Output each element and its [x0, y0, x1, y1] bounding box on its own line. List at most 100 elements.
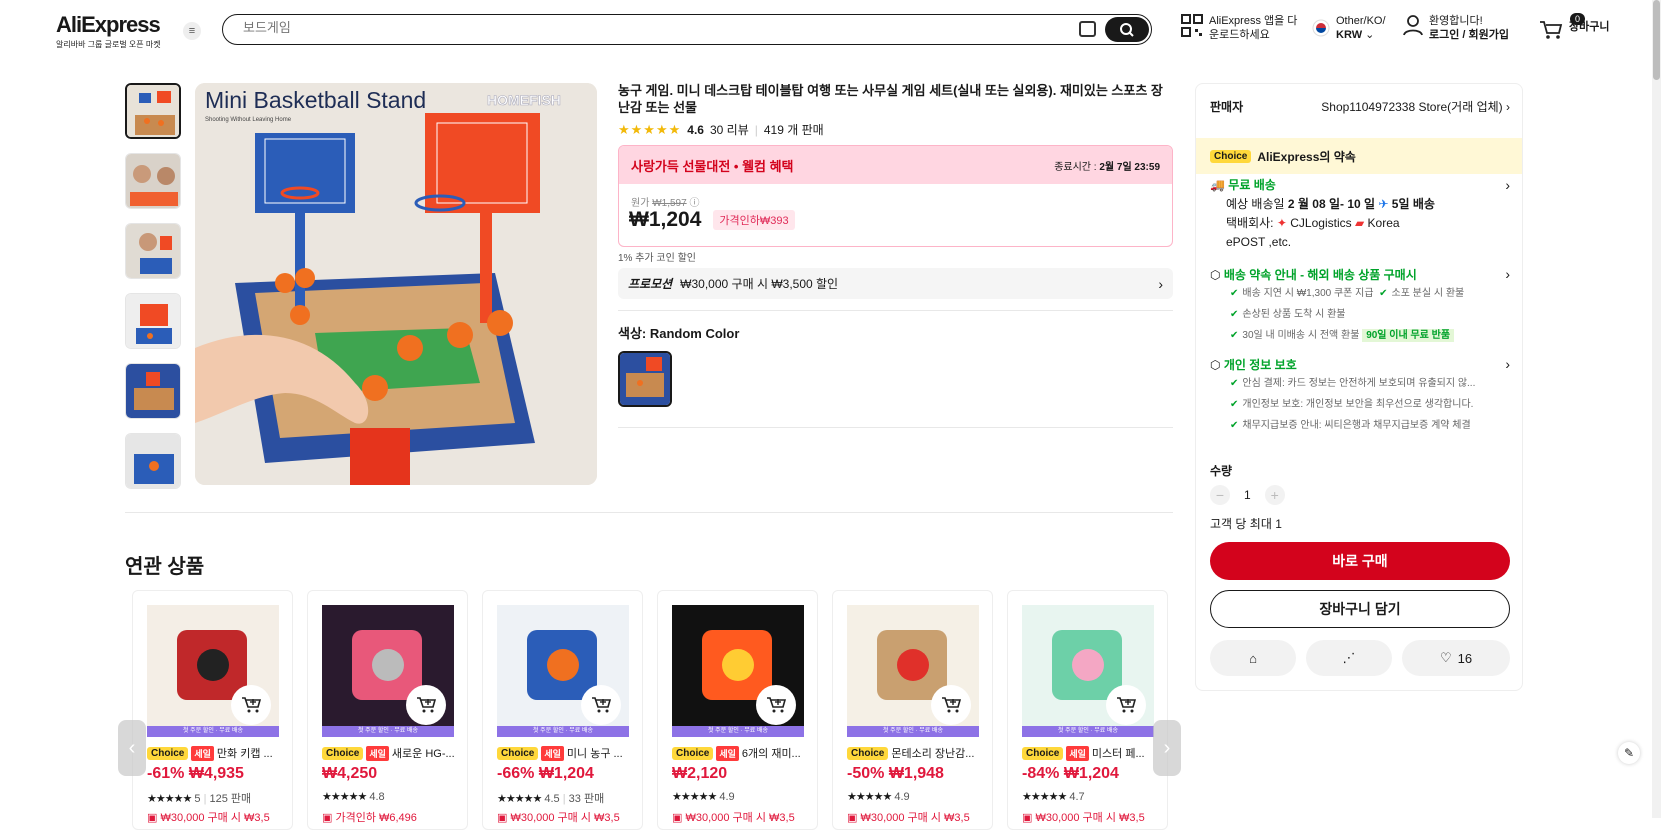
promotion-text: ₩30,000 구매 시 ₩3,500 할인 [680, 277, 839, 291]
discount-percent: -84% [1022, 765, 1060, 782]
scrollbar-thumb[interactable] [1653, 0, 1660, 80]
divider [618, 427, 1173, 428]
carousel-prev-button[interactable]: ‹ [118, 720, 146, 776]
shipping-date: 2 월 08 일- 10 일 [1287, 197, 1376, 211]
brand-watermark: HOMEFISH [487, 92, 561, 108]
thumbnail-4[interactable] [125, 293, 181, 349]
related-product-image[interactable]: 첫 주문 할인 · 무료 배송 [497, 605, 629, 737]
add-to-cart-icon[interactable] [581, 685, 621, 725]
related-product-image[interactable]: 첫 주문 할인 · 무료 배송 [147, 605, 279, 737]
thumbnail-5[interactable] [125, 363, 181, 419]
search-input[interactable] [243, 20, 1043, 35]
guarantee-section[interactable]: ⬡ 배송 약속 안내 - 해외 배송 상품 구매시 ✔ 배송 지연 시 ₩1,30… [1210, 266, 1510, 346]
share-button[interactable]: ⋰ [1306, 640, 1392, 676]
decrease-button[interactable]: − [1210, 485, 1230, 505]
related-product-promo: ▣ ₩30,000 구매 시 ₩3,5 [147, 809, 270, 825]
related-product-image[interactable]: 첫 주문 할인 · 무료 배송 [672, 605, 804, 737]
related-product-name[interactable]: Choice 세일 새로운 HG-... [322, 745, 462, 761]
locale-selector[interactable]: Other/KO/KRW ⌄ [1312, 14, 1386, 42]
korea-flag-icon [1312, 19, 1330, 37]
thumbnail-3[interactable] [125, 223, 181, 279]
related-product-image[interactable]: 첫 주문 할인 · 무료 배송 [847, 605, 979, 737]
increase-button[interactable]: + [1264, 485, 1285, 505]
thumbnail-2[interactable] [125, 153, 181, 209]
scrollbar[interactable] [1652, 0, 1661, 818]
related-product-card[interactable]: 첫 주문 할인 · 무료 배송 Choice 몬테소리 장난감... -50% ₩1,… [832, 590, 993, 830]
related-product-rating: ★★★★★ 4.9 [847, 790, 910, 803]
related-product-name[interactable]: Choice 세일 미니 농구 ... [497, 745, 637, 761]
carrier-name: CJLogistics [1290, 216, 1352, 230]
related-product-name[interactable]: Choice 몬테소리 장난감... [847, 745, 987, 761]
related-product-rating: ★★★★★ 4.5 | 33 판매 [497, 793, 605, 805]
promotion-row[interactable]: 프로모션 ₩30,000 구매 시 ₩3,500 할인 › [618, 268, 1173, 299]
related-product-image[interactable]: 첫 주문 할인 · 무료 배송 [322, 605, 454, 737]
related-product-price: -66% ₩1,204 [497, 765, 594, 783]
menu-icon[interactable]: ≡ [183, 22, 201, 40]
search-button[interactable] [1105, 17, 1149, 42]
star-rating-icon: ★★★★★ [497, 793, 542, 805]
carousel-next-button[interactable]: › [1153, 720, 1181, 776]
price-value: ₩4,250 [322, 765, 378, 782]
seller-name[interactable]: Shop1104972338 Store(거래 업체) [1321, 100, 1502, 114]
app-download-line2: 운로드하세요 [1209, 29, 1270, 41]
check-icon: ✔ [1230, 399, 1239, 410]
sale-badge: 세일 [541, 745, 564, 761]
welcome-text: 환영합니다! [1429, 15, 1483, 27]
related-product-image[interactable]: 첫 주문 할인 · 무료 배송 [1022, 605, 1154, 737]
store-button[interactable]: ⌂ [1210, 640, 1296, 676]
seller-row[interactable]: 판매자 Shop1104972338 Store(거래 업체) › [1210, 98, 1510, 115]
app-download[interactable]: AliExpress 앱을 다 운로드하세요 [1181, 14, 1297, 42]
review-count[interactable]: 30 리뷰 [710, 121, 749, 138]
related-product-price: -84% ₩1,204 [1022, 765, 1119, 783]
first-order-banner: 첫 주문 할인 · 무료 배송 [497, 726, 629, 737]
quantity-label: 수량 [1210, 464, 1233, 478]
color-swatch[interactable] [618, 351, 672, 407]
related-product-card[interactable]: 첫 주문 할인 · 무료 배송 Choice 세일 미스터 페... -84% ₩1,2… [1007, 590, 1168, 830]
related-product-name[interactable]: Choice 세일 만화 키캡 ... [147, 745, 287, 761]
related-product-card[interactable]: 첫 주문 할인 · 무료 배송 Choice 세일 만화 키캡 ... -61% ₩4,… [132, 590, 293, 830]
privacy-item-text: 개인정보 보호: 개인정보 보안을 최우선으로 생각합니다. [1242, 399, 1474, 410]
star-rating-icon: ★★★★★ [1022, 791, 1067, 803]
current-price: ₩1,204 [629, 208, 702, 231]
shipping-section[interactable]: 🚚 무료 배송 예상 배송일 2 월 08 일- 10 일 ✈ 5일 배송 택배… [1210, 176, 1510, 252]
account-menu[interactable]: 환영합니다! 로그인 / 회원가입 [1403, 14, 1509, 42]
related-product-rating: ★★★★★ 5 | 125 판매 [147, 793, 252, 805]
rating-value: 4.7 [1069, 791, 1085, 803]
thumbnail-1[interactable] [125, 83, 181, 139]
login-signup-link[interactable]: 로그인 / 회원가입 [1429, 29, 1509, 41]
related-product-name[interactable]: Choice 세일 6개의 재미... [672, 745, 812, 761]
image-search-icon[interactable] [1079, 21, 1096, 37]
rating-value: 4.6 [687, 122, 704, 137]
related-product-card[interactable]: 첫 주문 할인 · 무료 배송 Choice 세일 미니 농구 ... -66% ₩1,… [482, 590, 643, 830]
guarantee-item-text: 소포 분실 시 환불 [1391, 288, 1465, 299]
add-to-cart-icon[interactable] [231, 685, 271, 725]
add-to-cart-button[interactable]: 장바구니 담기 [1210, 590, 1510, 628]
main-product-image[interactable]: Mini Basketball Stand Shooting Without L… [195, 83, 597, 485]
thumbnail-6[interactable] [125, 433, 181, 489]
related-product-name[interactable]: Choice 세일 미스터 페... [1022, 745, 1162, 761]
privacy-item: ✔ 개인정보 보호: 개인정보 보안을 최우선으로 생각합니다. [1210, 394, 1510, 415]
wishlist-count: 16 [1457, 650, 1473, 666]
add-to-cart-icon[interactable] [406, 685, 446, 725]
related-product-promo: ▣ ₩30,000 구매 시 ₩3,5 [847, 809, 970, 825]
heart-icon: ♡ [1439, 650, 1452, 665]
quantity-value[interactable]: 1 [1244, 488, 1251, 502]
sale-badge: 세일 [1066, 745, 1089, 761]
guarantee-item: ✔ 손상된 상품 도착 시 환불 [1210, 304, 1510, 325]
promo-text: ₩30,000 구매 시 ₩3,5 [1035, 812, 1145, 824]
promo-tag-icon: ▣ [147, 812, 158, 824]
related-product-card[interactable]: 첫 주문 할인 · 무료 배송 Choice 세일 6개의 재미... ₩2,120 ★★… [657, 590, 818, 830]
privacy-section[interactable]: ⬡ 개인 정보 보호 ✔ 안심 결제: 카드 정보는 안전하게 보호되며 유출되지… [1210, 356, 1510, 436]
edit-feedback-icon[interactable]: ✎ [1618, 742, 1640, 764]
check-icon: ✔ [1379, 288, 1388, 299]
buy-now-button[interactable]: 바로 구매 [1210, 542, 1510, 580]
logo[interactable]: AliExpress 알리바바 그룹 글로벌 오픈 마켓 [56, 12, 161, 50]
add-to-cart-icon[interactable] [1106, 685, 1146, 725]
cart-count-badge: 0 [1570, 13, 1586, 25]
related-product-price: -50% ₩1,948 [847, 765, 944, 783]
add-to-cart-icon[interactable] [931, 685, 971, 725]
shield-check-icon: ⬡ [1210, 358, 1221, 372]
wishlist-button[interactable]: ♡ 16 [1402, 640, 1510, 676]
add-to-cart-icon[interactable] [756, 685, 796, 725]
related-product-card[interactable]: 첫 주문 할인 · 무료 배송 Choice 세일 새로운 HG-... ₩4,250 ★… [307, 590, 468, 830]
